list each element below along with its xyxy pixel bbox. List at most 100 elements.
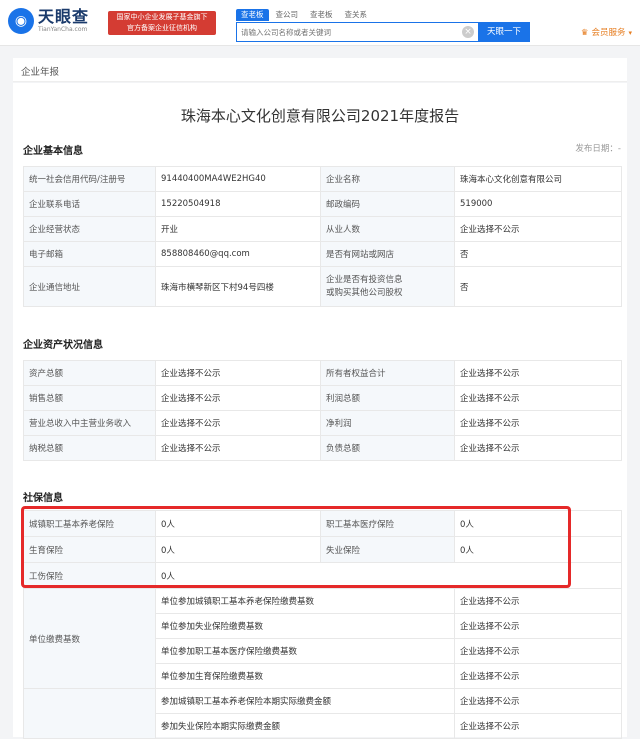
tab-search-company[interactable]: 查公司 (271, 9, 304, 21)
table-row: 参加城镇职工基本养老保险本期实际缴费金额 企业选择不公示 (23, 688, 622, 739)
social-insurance-body: 城镇职工基本养老保险 0人 职工基本医疗保险 0人 生育保险 0人 失业保险 0… (23, 510, 622, 739)
cell-value: 企业选择不公示 (454, 613, 622, 639)
cell-value: 0人 (155, 510, 321, 537)
cell-value: 珠海本心文化创意有限公司 (454, 166, 622, 192)
table-row: 生育保险 0人 失业保险 0人 (23, 536, 622, 563)
cell-value: 0人 (155, 536, 321, 563)
address-value: 珠海市横琴新区下村94号四楼 (155, 266, 321, 307)
page-title: 珠海本心文化创意有限公司2021年度报告 (180, 107, 460, 125)
cell-label: 单位参加失业保险缴费基数 (155, 613, 455, 639)
social-insurance-table: 城镇职工基本养老保险 0人 职工基本医疗保险 0人 生育保险 0人 失业保险 0… (23, 510, 622, 739)
table-row: 城镇职工基本养老保险 0人 职工基本医疗保险 0人 (23, 510, 622, 537)
cell-value: 企业选择不公示 (454, 216, 622, 242)
table-row: 销售总额 企业选择不公示 利润总额 企业选择不公示 (23, 385, 622, 411)
cell-value: 企业选择不公示 (454, 588, 622, 614)
tab-search-relation[interactable]: 查关系 (340, 9, 373, 21)
assets-table: 资产总额 企业选择不公示 所有者权益合计 企业选择不公示 销售总额 企业选择不公… (23, 360, 622, 461)
email-value: 858808460@qq.com (155, 241, 321, 267)
table-row: 单位缴费基数 单位参加城镇职工基本养老保险缴费基数 企业选择不公示 (23, 588, 622, 689)
cell-value: 企业选择不公示 (155, 410, 321, 436)
search-tabs: 查老板 查公司 查老板 查关系 (236, 9, 374, 21)
cell-value: 否 (454, 241, 622, 267)
cell-label: 单位参加职工基本医疗保险缴费基数 (155, 638, 455, 664)
table-row: 企业经营状态 开业 从业人数 企业选择不公示 (23, 216, 622, 242)
assets-body: 资产总额 企业选择不公示 所有者权益合计 企业选择不公示 销售总额 企业选择不公… (23, 360, 622, 461)
cell-value: 0人 (155, 562, 622, 589)
cell-label: 企业经营状态 (23, 216, 156, 242)
cell-value: 企业选择不公示 (454, 385, 622, 411)
cell-label: 统一社会信用代码/注册号 (23, 166, 156, 192)
tab-search-boss-alt[interactable]: 查老板 (305, 9, 338, 21)
logo-name: 天眼查 (38, 7, 90, 26)
table-row: 电子邮箱 858808460@qq.com 是否有网站或网店 否 (23, 241, 622, 267)
cell-label: 电子邮箱 (23, 241, 156, 267)
actual-fee-label (23, 688, 156, 739)
section-title-assets: 企业资产状况信息 (23, 340, 103, 351)
basic-info-body: 统一社会信用代码/注册号 91440400MA4WE2HG40 企业名称 珠海本… (23, 166, 622, 307)
member-service-link[interactable]: ♛ 会员服务 ▾ (581, 26, 632, 38)
search-input[interactable] (241, 26, 461, 39)
table-row: 工伤保险 0人 (23, 562, 622, 589)
table-row: 统一社会信用代码/注册号 91440400MA4WE2HG40 企业名称 珠海本… (23, 166, 622, 192)
slogan-badge: 国家中小企业发展子基金旗下 官方备案企业征信机构 (108, 11, 216, 35)
table-row: 企业联系电话 15220504918 邮政编码 519000 (23, 191, 622, 217)
cell-label: 企业联系电话 (23, 191, 156, 217)
cell-value: 0人 (454, 536, 622, 563)
cell-label: 所有者权益合计 (320, 360, 455, 386)
cell-label: 销售总额 (23, 385, 156, 411)
member-label: 会员服务 (591, 28, 626, 38)
cell-label: 城镇职工基本养老保险 (23, 510, 156, 537)
cell-label: 是否有网站或网店 (320, 241, 455, 267)
cell-label: 净利润 (320, 410, 455, 436)
eye-logo-icon: ◉ (8, 8, 34, 34)
breadcrumb: 企业年报 (13, 58, 627, 82)
cell-label: 企业名称 (320, 166, 455, 192)
table-row: 营业总收入中主营业务收入 企业选择不公示 净利润 企业选择不公示 (23, 410, 622, 436)
top-bar: ◉ 天眼查 TianYanCha.com 国家中小企业发展子基金旗下 官方备案企… (0, 0, 640, 46)
logo-domain: TianYanCha.com (38, 26, 88, 33)
cell-label: 纳税总额 (23, 435, 156, 461)
cell-value: 企业选择不公示 (454, 688, 622, 714)
cell-value: 开业 (155, 216, 321, 242)
section-title-social: 社保信息 (23, 493, 63, 504)
cell-value: 0人 (454, 510, 622, 537)
table-row: 企业通信地址 珠海市横琴新区下村94号四楼 企业是否有投资信息 或购买其他公司股… (23, 266, 622, 307)
tab-search-boss[interactable]: 查老板 (236, 9, 269, 21)
cell-label: 企业是否有投资信息 或购买其他公司股权 (320, 266, 455, 307)
slogan-line: 国家中小企业发展子基金旗下 (116, 13, 208, 21)
cell-label: 利润总额 (320, 385, 455, 411)
cell-label: 参加失业保险本期实际缴费金额 (155, 713, 455, 739)
cell-value: 15220504918 (155, 191, 321, 217)
cell-label: 单位参加生育保险缴费基数 (155, 663, 455, 689)
publish-date: 发布日期：- (575, 144, 621, 154)
cell-label: 工伤保险 (23, 562, 156, 589)
chevron-down-icon: ▾ (628, 29, 632, 37)
cell-value: 企业选择不公示 (454, 435, 622, 461)
slogan-line: 官方备案企业征信机构 (127, 24, 197, 32)
cell-label: 从业人数 (320, 216, 455, 242)
basic-info-table: 统一社会信用代码/注册号 91440400MA4WE2HG40 企业名称 珠海本… (23, 166, 622, 307)
cell-label: 失业保险 (320, 536, 455, 563)
cell-value: 企业选择不公示 (155, 360, 321, 386)
cell-label: 参加城镇职工基本养老保险本期实际缴费金额 (155, 688, 455, 714)
cell-value: 企业选择不公示 (454, 638, 622, 664)
cell-value: 企业选择不公示 (155, 435, 321, 461)
cell-value: 企业选择不公示 (454, 360, 622, 386)
breadcrumb-label: 企业年报 (21, 67, 60, 78)
table-row: 纳税总额 企业选择不公示 负债总额 企业选择不公示 (23, 435, 622, 461)
cell-label: 生育保险 (23, 536, 156, 563)
cell-value: 企业选择不公示 (454, 410, 622, 436)
cell-label: 负债总额 (320, 435, 455, 461)
clear-icon[interactable]: × (462, 26, 474, 38)
cell-value: 91440400MA4WE2HG40 (155, 166, 321, 192)
cell-value: 企业选择不公示 (155, 385, 321, 411)
search-button[interactable]: 天眼一下 (478, 22, 530, 42)
crown-icon: ♛ (580, 28, 589, 38)
cell-label: 职工基本医疗保险 (320, 510, 455, 537)
logo[interactable]: ◉ 天眼查 TianYanCha.com (8, 8, 89, 34)
cell-label: 企业通信地址 (23, 266, 156, 307)
cell-label: 营业总收入中主营业务收入 (23, 410, 156, 436)
search-box: × (236, 22, 480, 42)
cell-value: 否 (454, 266, 622, 307)
cell-value: 企业选择不公示 (454, 713, 622, 739)
